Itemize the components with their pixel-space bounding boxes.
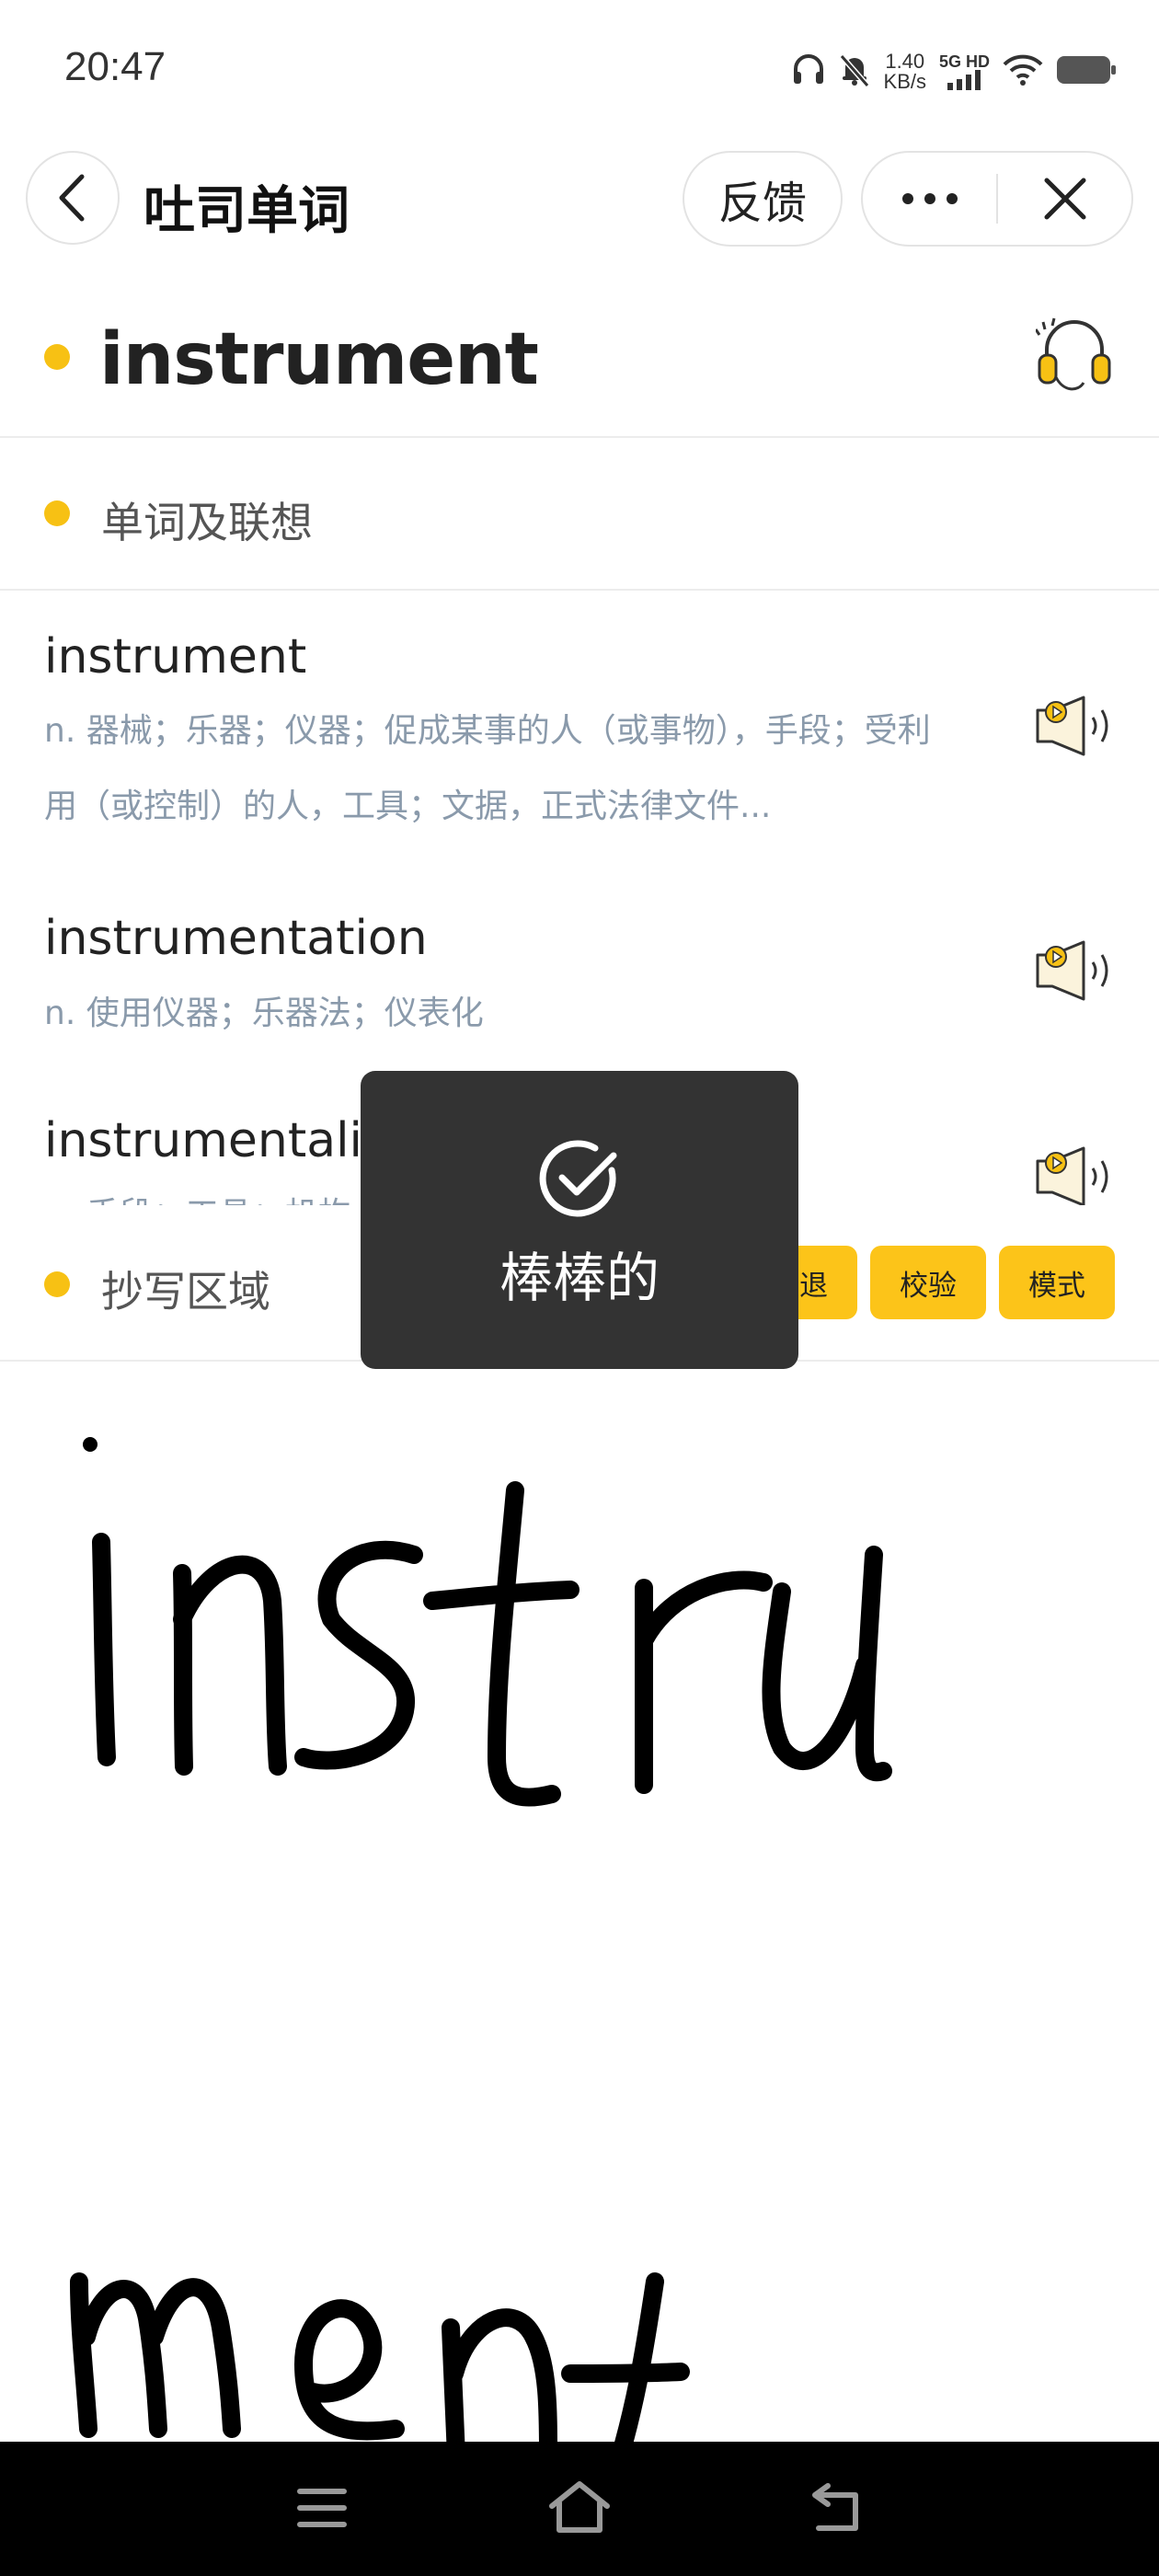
headphones-icon	[792, 54, 825, 89]
signal-indicator: 5G HD	[939, 53, 990, 90]
association-word: instrumentation	[44, 911, 428, 966]
app-title: 吐司单词	[143, 181, 350, 241]
close-button[interactable]	[998, 153, 1131, 245]
headphones-icon	[1034, 317, 1111, 391]
status-icons: 1.40 KB/s 5G HD	[792, 46, 1117, 98]
battery-icon	[1056, 55, 1117, 88]
more-button[interactable]	[863, 153, 996, 245]
association-definition: n. 使用仪器；乐器法；仪表化	[44, 995, 484, 1032]
mode-button[interactable]: 模式	[999, 1246, 1115, 1319]
associations-title: 单词及联想	[101, 498, 313, 547]
speaker-icon	[1036, 1146, 1108, 1207]
verify-button[interactable]: 校验	[870, 1246, 986, 1319]
feedback-button[interactable]: 反馈	[683, 151, 843, 247]
divider	[0, 436, 1159, 438]
speaker-icon	[1036, 696, 1108, 756]
section-dot	[44, 1271, 70, 1297]
handwriting-canvas[interactable]	[0, 1362, 1159, 2524]
check-circle-icon	[538, 1137, 621, 1224]
toast-message: 棒棒的	[499, 1247, 660, 1309]
home-icon[interactable]	[548, 2480, 611, 2537]
association-word: instrumentality	[44, 1113, 410, 1168]
back-icon[interactable]	[809, 2482, 865, 2536]
ellipsis-icon	[901, 193, 958, 204]
section-dot	[44, 500, 70, 526]
chevron-left-icon	[59, 174, 85, 222]
copy-area-title: 抄写区域	[101, 1267, 270, 1317]
network-speed: 1.40 KB/s	[883, 50, 926, 93]
system-nav-bar	[0, 2442, 1159, 2576]
close-icon	[1044, 178, 1085, 220]
speaker-button[interactable]	[1034, 938, 1119, 1006]
wifi-icon	[1003, 54, 1043, 89]
success-toast: 棒棒的	[361, 1071, 798, 1369]
status-time: 20:47	[64, 44, 166, 89]
divider	[0, 589, 1159, 591]
mini-program-capsule	[861, 151, 1133, 247]
association-word: instrument	[44, 629, 307, 684]
back-button[interactable]	[26, 151, 120, 245]
handwriting-strokes	[70, 1437, 892, 2524]
speaker-icon	[1036, 940, 1108, 1001]
speaker-button[interactable]	[1034, 1144, 1119, 1213]
headword: instrument	[99, 318, 539, 401]
bell-muted-icon	[838, 52, 871, 91]
association-definition: n. 器械；乐器；仪器；促成某事的人（或事物），手段；受利 用（或控制）的人，工…	[44, 712, 931, 825]
speaker-button[interactable]	[1034, 694, 1119, 762]
headword-dot	[44, 344, 70, 370]
headword-audio-button[interactable]	[1034, 313, 1113, 399]
signal-icon	[947, 70, 981, 90]
menu-icon[interactable]	[296, 2486, 348, 2534]
